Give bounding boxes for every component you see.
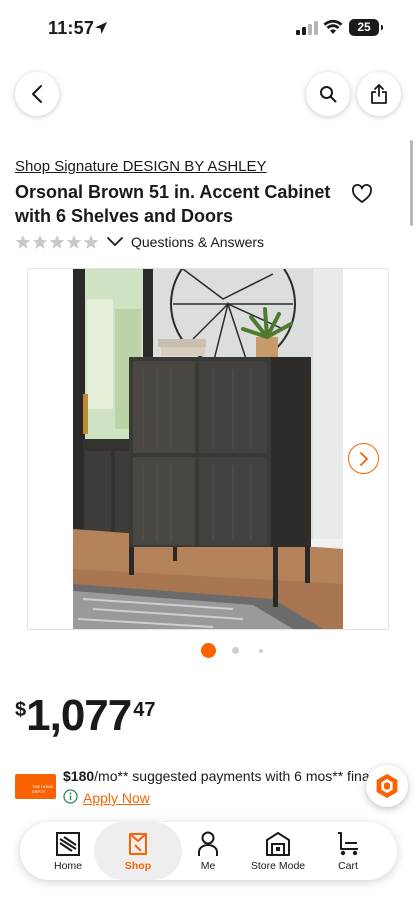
brand-link[interactable]: Shop Signature DESIGN BY ASHLEY [15, 158, 267, 175]
chat-icon [376, 774, 398, 798]
nav-home[interactable]: Home [50, 822, 86, 880]
status-bar: 11:57 25 [0, 0, 416, 56]
price-currency: $ [15, 699, 27, 721]
chat-button[interactable] [366, 765, 408, 807]
product-title: Orsonal Brown 51 in. Accent Cabinet with… [15, 182, 331, 226]
person-icon [198, 831, 218, 856]
share-icon [371, 84, 387, 104]
product-image-carousel[interactable] [27, 268, 389, 630]
cart-icon [338, 832, 358, 856]
nav-shop[interactable]: Shop [94, 822, 182, 880]
back-button[interactable] [15, 72, 59, 116]
wifi-icon [323, 19, 343, 34]
shop-icon [129, 833, 147, 855]
search-icon [320, 86, 337, 103]
share-button[interactable] [357, 72, 401, 116]
carousel-next-button[interactable] [348, 443, 379, 474]
search-button[interactable] [306, 72, 350, 116]
store-icon [266, 832, 290, 856]
star-icon [15, 235, 31, 249]
nav-cart[interactable]: Cart [330, 822, 366, 880]
star-icon [32, 235, 48, 249]
chevron-right-icon [359, 451, 368, 466]
scroll-indicator [410, 140, 413, 226]
carousel-dot[interactable] [232, 647, 239, 654]
chevron-down-icon [107, 237, 123, 246]
star-icon [83, 235, 99, 249]
financing-text: $180/mo** suggested payments with 6 mos*… [63, 768, 373, 784]
info-icon[interactable] [63, 789, 78, 804]
financing-description: /mo** suggested payments with 6 mos** fi… [94, 768, 373, 784]
price: $ 1,077 47 [15, 693, 155, 743]
rating-row[interactable]: Questions & Answers [15, 233, 264, 251]
nav-store-mode[interactable]: Store Mode [246, 822, 310, 880]
back-chevron-icon [32, 85, 42, 103]
signal-icon [296, 21, 318, 35]
price-cents: 47 [133, 699, 156, 721]
price-dollars: 1,077 [26, 691, 132, 740]
status-time: 11:57 [48, 18, 95, 38]
star-icon [49, 235, 65, 249]
carousel-pagination [0, 642, 416, 658]
nav-store-mode-label: Store Mode [250, 860, 306, 872]
bottom-nav: Home Shop Me Store Mode Cart [20, 822, 397, 880]
financing-amount: $180 [63, 768, 95, 784]
nav-home-label: Home [53, 860, 82, 872]
apply-now-link[interactable]: Apply Now [83, 790, 150, 806]
financing-offer: THE HOME DEPOT $180/mo** suggested payme… [15, 768, 373, 810]
home-depot-credit-card-image: THE HOME DEPOT [15, 774, 56, 799]
product-photo [73, 269, 343, 629]
nav-me-label: Me [200, 860, 216, 872]
location-arrow-icon [95, 22, 107, 34]
nav-me[interactable]: Me [192, 822, 224, 880]
carousel-dot[interactable] [259, 649, 263, 653]
battery-icon: 25 [349, 19, 383, 36]
heart-icon[interactable] [351, 183, 373, 205]
carousel-dot-active[interactable] [201, 643, 216, 658]
nav-cart-label: Cart [338, 860, 358, 872]
star-icon [66, 235, 82, 249]
nav-shop-label: Shop [124, 860, 152, 872]
home-depot-logo-icon [56, 832, 80, 856]
questions-answers-link[interactable]: Questions & Answers [131, 234, 264, 250]
